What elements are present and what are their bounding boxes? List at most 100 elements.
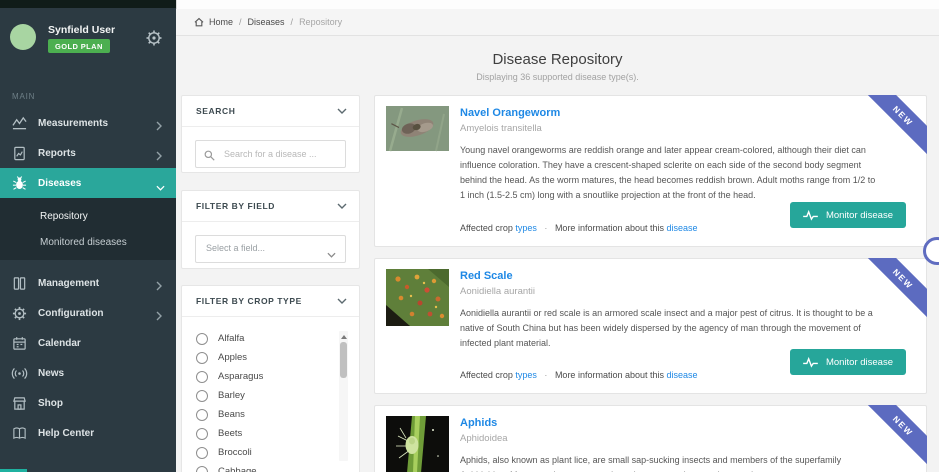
search-panel-header[interactable]: SEARCH (182, 96, 359, 127)
filter-crop-header[interactable]: FILTER BY CROP TYPE (182, 286, 359, 317)
search-panel: SEARCH (181, 95, 360, 173)
sidebar-item-calendar[interactable]: Calendar (0, 328, 176, 358)
chevron-down-icon (337, 106, 347, 114)
crop-option-broccoli[interactable]: Broccoli (196, 443, 359, 462)
affected-crop-types-link[interactable]: types (515, 370, 537, 380)
chevron-down-icon (337, 296, 347, 304)
page-subtitle: Displaying 36 supported disease type(s). (176, 72, 939, 82)
plan-badge: GOLD PLAN (48, 39, 110, 53)
monitor-disease-button[interactable]: Monitor disease (790, 349, 906, 375)
chevron-right-icon (156, 308, 164, 318)
pulse-icon (803, 357, 818, 368)
radio-circle (196, 352, 208, 364)
disease-latin-name: Amyelois transitella (460, 123, 908, 134)
crop-option-asparagus[interactable]: Asparagus (196, 367, 359, 386)
crop-option-beets[interactable]: Beets (196, 424, 359, 443)
search-input[interactable] (222, 141, 344, 167)
chevron-right-icon (156, 118, 164, 128)
crop-option-apples[interactable]: Apples (196, 348, 359, 367)
chevron-right-icon (156, 148, 164, 158)
scrollbar-thumb[interactable] (340, 342, 347, 378)
crop-list-scrollbar[interactable] (339, 331, 348, 461)
card-text: Aphids Aphidoidea Aphids, also known as … (460, 417, 908, 472)
disease-photo-aphids (386, 416, 449, 472)
crop-option-barley[interactable]: Barley (196, 386, 359, 405)
bug-icon (12, 176, 27, 191)
sidebar-item-monitored-diseases[interactable]: Monitored diseases (0, 229, 176, 255)
calendar-icon (12, 336, 27, 351)
chevron-right-icon (156, 278, 164, 288)
radio-circle (196, 466, 208, 472)
ribbon-corner: NEW (865, 95, 927, 157)
disease-card-navel-orangeworm: Navel Orangeworm Amyelois transitella Yo… (374, 95, 927, 247)
crop-type-list: Alfalfa Apples Asparagus Barley Beans Be… (182, 317, 359, 472)
sidebar-item-configuration[interactable]: Configuration (0, 298, 176, 328)
top-spacer (176, 0, 939, 9)
chart-line-icon (12, 116, 27, 131)
disease-latin-name: Aonidiella aurantii (460, 286, 908, 297)
disease-description: Aonidiella aurantii or red scale is an a… (460, 306, 878, 351)
disease-title-link[interactable]: Navel Orangeworm (460, 107, 908, 119)
radio-circle (196, 390, 208, 402)
sidebar-item-repository[interactable]: Repository (0, 203, 176, 229)
radio-circle (196, 409, 208, 421)
filter-field-panel: FILTER BY FIELD Select a field... (181, 190, 360, 269)
more-info-disease-link[interactable]: disease (667, 223, 698, 233)
disease-title-link[interactable]: Aphids (460, 417, 908, 429)
card-footer: Affected crop types · More information a… (460, 370, 698, 380)
broadcast-icon (12, 366, 27, 381)
more-info-disease-link[interactable]: disease (667, 370, 698, 380)
sidebar-item-news[interactable]: News (0, 358, 176, 388)
breadcrumb-diseases[interactable]: Diseases (248, 17, 285, 27)
radio-circle (196, 447, 208, 459)
breadcrumb-separator: / (239, 17, 242, 27)
breadcrumb-home[interactable]: Home (209, 17, 233, 27)
app-window: Synfield User GOLD PLAN MAIN Measurement… (0, 0, 939, 472)
avatar[interactable] (10, 24, 36, 50)
ribbon-corner: NEW (865, 405, 927, 467)
disease-description: Young navel orangeworms are reddish oran… (460, 143, 878, 203)
sidebar-item-measurements[interactable]: Measurements (0, 108, 176, 138)
gear-icon (12, 306, 27, 321)
disease-description: Aphids, also known as plant lice, are sm… (460, 453, 878, 472)
help-icon (12, 426, 27, 441)
crop-option-beans[interactable]: Beans (196, 405, 359, 424)
disease-card-aphids: Aphids Aphidoidea Aphids, also known as … (374, 405, 927, 472)
filter-field-header[interactable]: FILTER BY FIELD (182, 191, 359, 222)
sidebar-item-shop[interactable]: Shop (0, 388, 176, 418)
chevron-down-icon (337, 201, 347, 209)
sidebar-item-help-center[interactable]: Help Center (0, 418, 176, 448)
main-content: Home / Diseases / Repository Disease Rep… (176, 0, 939, 472)
breadcrumb: Home / Diseases / Repository (176, 9, 939, 36)
nav-gap (0, 260, 176, 268)
crop-option-alfalfa[interactable]: Alfalfa (196, 329, 359, 348)
disease-photo-navel-orangeworm (386, 106, 449, 151)
card-text: Navel Orangeworm Amyelois transitella Yo… (460, 107, 908, 203)
diseases-submenu: Repository Monitored diseases (0, 198, 176, 260)
search-icon (204, 148, 215, 159)
disease-title-link[interactable]: Red Scale (460, 270, 908, 282)
breadcrumb-current: Repository (299, 17, 342, 27)
user-settings-gear-icon[interactable] (146, 30, 162, 46)
breadcrumb-separator: / (291, 17, 294, 27)
page-header: Disease Repository Displaying 36 support… (176, 36, 939, 82)
affected-crop-types-link[interactable]: types (515, 223, 537, 233)
crop-option-cabbage[interactable]: Cabbage (196, 462, 359, 472)
sidebar-item-reports[interactable]: Reports (0, 138, 176, 168)
radio-circle (196, 371, 208, 383)
new-ribbon[interactable]: NEW (865, 95, 927, 157)
pulse-icon (803, 210, 818, 221)
new-ribbon[interactable]: NEW (865, 258, 927, 320)
monitor-disease-button[interactable]: Monitor disease (790, 202, 906, 228)
ribbon-corner: NEW (865, 258, 927, 320)
sidebar-item-diseases[interactable]: Diseases (0, 168, 176, 198)
page-title: Disease Repository (176, 51, 939, 68)
search-box (195, 140, 346, 168)
scroll-up-arrow[interactable] (339, 332, 348, 341)
section-label-main: MAIN (0, 82, 176, 108)
filter-crop-panel: FILTER BY CROP TYPE Alfalfa Apples Aspar… (181, 285, 360, 472)
field-select[interactable]: Select a field... (195, 235, 346, 263)
sidebar-item-management[interactable]: Management (0, 268, 176, 298)
new-ribbon[interactable]: NEW (865, 405, 927, 467)
card-footer: Affected crop types · More information a… (460, 223, 698, 233)
